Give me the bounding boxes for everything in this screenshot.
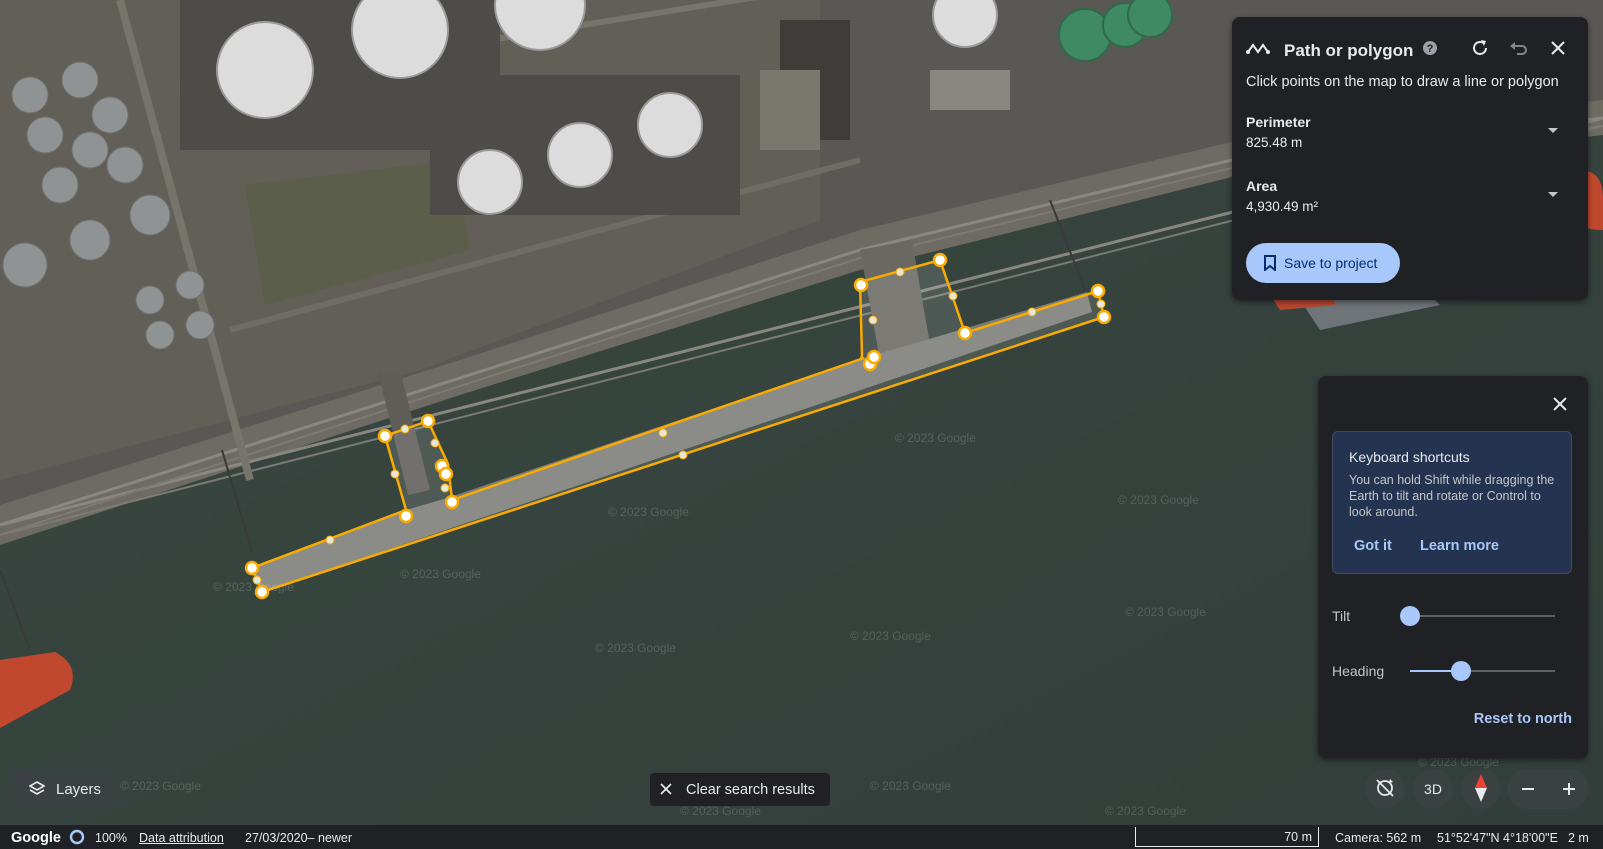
rotation-lock-button[interactable]	[1365, 769, 1405, 809]
perimeter-label: Perimeter	[1246, 114, 1311, 130]
status-bar: Google 100% Data attribution 27/03/2020–…	[0, 825, 1603, 849]
google-logo: Google	[11, 830, 61, 846]
tilt-slider-thumb[interactable]	[1400, 606, 1420, 626]
redo-icon[interactable]	[1468, 36, 1492, 60]
rotation-off-icon	[1374, 777, 1396, 802]
camera-altitude: Camera: 562 m	[1335, 831, 1422, 845]
svg-text:© 2023 Google: © 2023 Google	[680, 804, 761, 818]
svg-text:© 2023 Google: © 2023 Google	[870, 779, 951, 793]
svg-text:© 2023 Google: © 2023 Google	[850, 629, 931, 643]
svg-text:© 2023 Google: © 2023 Google	[595, 641, 676, 655]
svg-text:© 2023 Google: © 2023 Google	[895, 431, 976, 445]
3d-toggle-button[interactable]: 3D	[1413, 769, 1453, 809]
zoom-controls	[1507, 769, 1589, 809]
svg-text:© 2023 Google: © 2023 Google	[120, 779, 201, 793]
plus-icon	[1562, 783, 1575, 795]
measure-panel: Path or polygon ? Click points on the ma…	[1232, 17, 1588, 300]
svg-text:© 2023 Google: © 2023 Google	[1125, 605, 1206, 619]
chevron-down-icon[interactable]	[1548, 192, 1558, 197]
area-value: 4,930.49 m²	[1246, 199, 1319, 214]
area-label: Area	[1246, 178, 1278, 194]
clear-search-label: Clear search results	[686, 781, 815, 798]
reset-to-north-button[interactable]: Reset to north	[1474, 711, 1572, 727]
zoom-out-button[interactable]	[1507, 769, 1548, 809]
area-row[interactable]: Area 4,930.49 m²	[1246, 178, 1558, 214]
scale-bar: 70 m	[1135, 827, 1319, 847]
svg-text:© 2023 Google: © 2023 Google	[1118, 493, 1199, 507]
learn-more-link[interactable]: Learn more	[1420, 538, 1499, 554]
measure-instructions: Click points on the map to draw a line o…	[1246, 74, 1559, 90]
svg-text:© 2023 Google: © 2023 Google	[608, 505, 689, 519]
compass-button[interactable]	[1461, 769, 1501, 809]
tilt-label: Tilt	[1332, 608, 1351, 624]
layers-button[interactable]: Layers	[12, 770, 115, 808]
got-it-button[interactable]: Got it	[1354, 538, 1392, 554]
close-icon[interactable]	[1546, 36, 1570, 60]
undo-icon[interactable]	[1506, 36, 1530, 60]
measure-title: Path or polygon	[1284, 41, 1414, 60]
svg-text:?: ?	[1427, 43, 1434, 55]
navigation-panel: Keyboard shortcuts You can hold Shift wh…	[1318, 376, 1588, 758]
svg-text:© 2023 Google: © 2023 Google	[400, 567, 481, 581]
heading-label: Heading	[1332, 663, 1385, 679]
imagery-date: 27/03/2020– newer	[245, 831, 353, 845]
help-icon[interactable]: ?	[1418, 36, 1442, 60]
chevron-down-icon[interactable]	[1548, 128, 1558, 133]
compass-icon	[1473, 773, 1489, 806]
measure-header: Path or polygon	[1246, 41, 1413, 61]
save-to-project-button[interactable]: Save to project	[1246, 243, 1400, 283]
keyboard-shortcuts-card: Keyboard shortcuts You can hold Shift wh…	[1332, 431, 1572, 574]
tilt-slider[interactable]	[1400, 606, 1555, 626]
perimeter-row[interactable]: Perimeter 825.48 m	[1246, 114, 1558, 150]
coordinates: 51°52'47"N 4°18'00"E	[1437, 831, 1558, 845]
scale-label: 70 m	[1284, 830, 1312, 844]
svg-text:© 2023 Google: © 2023 Google	[213, 580, 294, 594]
load-percent: 100%	[95, 831, 127, 845]
path-icon	[1246, 42, 1270, 61]
bookmark-icon	[1264, 255, 1276, 274]
layers-icon	[28, 781, 46, 801]
clear-search-results-button[interactable]: Clear search results	[650, 773, 830, 806]
elevation: 2 m	[1568, 831, 1589, 845]
save-label: Save to project	[1284, 255, 1378, 271]
minus-icon	[1521, 788, 1534, 790]
svg-text:© 2023 Google: © 2023 Google	[1105, 804, 1186, 818]
close-icon[interactable]	[1548, 392, 1572, 416]
perimeter-value: 825.48 m	[1246, 135, 1303, 150]
loading-indicator-icon	[69, 829, 85, 848]
close-icon	[660, 783, 672, 799]
shortcuts-body: You can hold Shift while dragging the Ea…	[1349, 473, 1555, 519]
3d-label: 3D	[1424, 781, 1442, 797]
heading-slider[interactable]	[1410, 661, 1555, 681]
zoom-in-button[interactable]	[1548, 769, 1589, 809]
heading-slider-thumb[interactable]	[1450, 661, 1471, 681]
layers-label: Layers	[56, 780, 102, 798]
data-attribution-link[interactable]: Data attribution	[139, 831, 224, 845]
shortcuts-title: Keyboard shortcuts	[1349, 449, 1470, 465]
